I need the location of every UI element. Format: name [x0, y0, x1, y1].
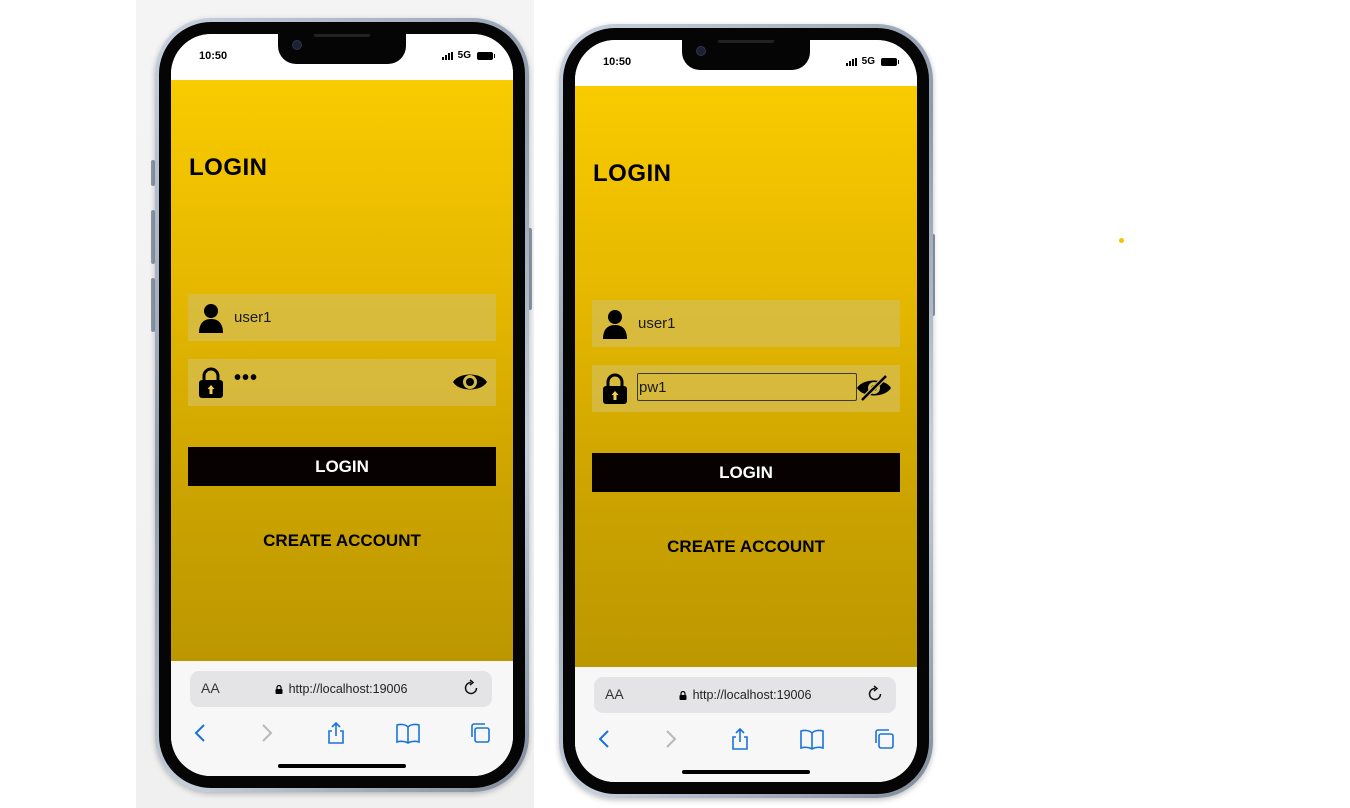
network-label: 5G	[861, 56, 875, 67]
phone-frame: 10:50 5G LOGIN user1	[155, 18, 529, 792]
password-masked-value[interactable]: •••	[234, 367, 258, 390]
user-icon	[603, 310, 627, 339]
eye-icon[interactable]	[452, 367, 488, 397]
bookmarks-icon[interactable]	[396, 721, 420, 745]
front-camera	[696, 46, 706, 56]
front-camera	[292, 40, 302, 50]
forward-icon[interactable]	[658, 727, 682, 751]
user-icon	[199, 304, 223, 333]
phone-right: 10:50 5G LOGIN user1 pw1 LOGIN CREATE AC…	[540, 0, 940, 808]
username-field[interactable]: user1	[592, 300, 900, 347]
status-time: 10:50	[603, 56, 632, 68]
url-display[interactable]: http://localhost:19006	[594, 688, 896, 702]
phone-bezel: 10:50 5G LOGIN user1	[159, 22, 525, 788]
notch	[682, 40, 810, 70]
eye-off-icon[interactable]	[856, 373, 892, 403]
phone-screen: 10:50 5G LOGIN user1	[171, 34, 513, 776]
username-value[interactable]: user1	[234, 309, 272, 326]
password-field[interactable]: pw1	[592, 365, 900, 412]
status-indicators: 5G	[845, 56, 899, 67]
url-text: http://localhost:19006	[288, 682, 408, 696]
tabs-icon[interactable]	[872, 727, 896, 751]
padlock-icon	[275, 685, 283, 694]
username-value[interactable]: user1	[638, 315, 676, 332]
battery-icon	[477, 51, 495, 60]
yellow-dot	[1119, 238, 1124, 243]
status-time: 10:50	[199, 50, 228, 62]
create-account-link[interactable]: CREATE ACCOUNT	[575, 537, 917, 557]
share-icon[interactable]	[728, 727, 752, 751]
login-screen: LOGIN user1 pw1 LOGIN CREATE ACCOUNT	[575, 86, 917, 667]
browser-nav-row	[575, 727, 917, 753]
page-title: LOGIN	[593, 160, 672, 187]
notch	[278, 34, 406, 64]
back-icon[interactable]	[593, 727, 617, 751]
lock-icon	[199, 367, 223, 398]
tabs-icon[interactable]	[468, 721, 492, 745]
username-field[interactable]: user1	[188, 294, 496, 341]
phone-screen: 10:50 5G LOGIN user1	[575, 40, 917, 782]
create-account-link[interactable]: CREATE ACCOUNT	[171, 531, 513, 551]
share-icon[interactable]	[324, 721, 348, 745]
page-title: LOGIN	[189, 154, 268, 181]
lock-icon	[603, 373, 627, 404]
login-button[interactable]: LOGIN	[188, 447, 496, 486]
reload-icon[interactable]	[462, 679, 480, 697]
battery-icon	[881, 57, 899, 66]
password-input-focused[interactable]: pw1	[637, 373, 857, 401]
password-field[interactable]: •••	[188, 359, 496, 406]
browser-toolbar: AA http://localhost:19006	[575, 667, 917, 782]
login-button[interactable]: LOGIN	[592, 453, 900, 492]
browser-nav-row	[171, 721, 513, 747]
home-indicator	[682, 770, 810, 774]
address-bar[interactable]: AA http://localhost:19006	[190, 671, 492, 707]
browser-toolbar: AA http://localhost:19006	[171, 661, 513, 776]
address-bar[interactable]: AA http://localhost:19006	[594, 677, 896, 713]
url-text: http://localhost:19006	[692, 688, 812, 702]
phone-left: 10:50 5G LOGIN user1 ••• LOGIN CREATE AC…	[136, 0, 534, 808]
home-indicator	[278, 764, 406, 768]
signal-icon	[845, 57, 857, 66]
url-display[interactable]: http://localhost:19006	[190, 682, 492, 696]
padlock-icon	[679, 691, 687, 700]
status-indicators: 5G	[441, 50, 495, 61]
bookmarks-icon[interactable]	[800, 727, 824, 751]
signal-icon	[441, 51, 453, 60]
speaker	[718, 40, 774, 43]
network-label: 5G	[457, 50, 471, 61]
forward-icon[interactable]	[254, 721, 278, 745]
phone-bezel: 10:50 5G LOGIN user1	[563, 28, 929, 794]
speaker	[314, 34, 370, 37]
phone-frame: 10:50 5G LOGIN user1	[559, 24, 933, 798]
login-screen: LOGIN user1 ••• LOGIN CREATE ACCOUNT	[171, 80, 513, 661]
reload-icon[interactable]	[866, 685, 884, 703]
back-icon[interactable]	[189, 721, 213, 745]
